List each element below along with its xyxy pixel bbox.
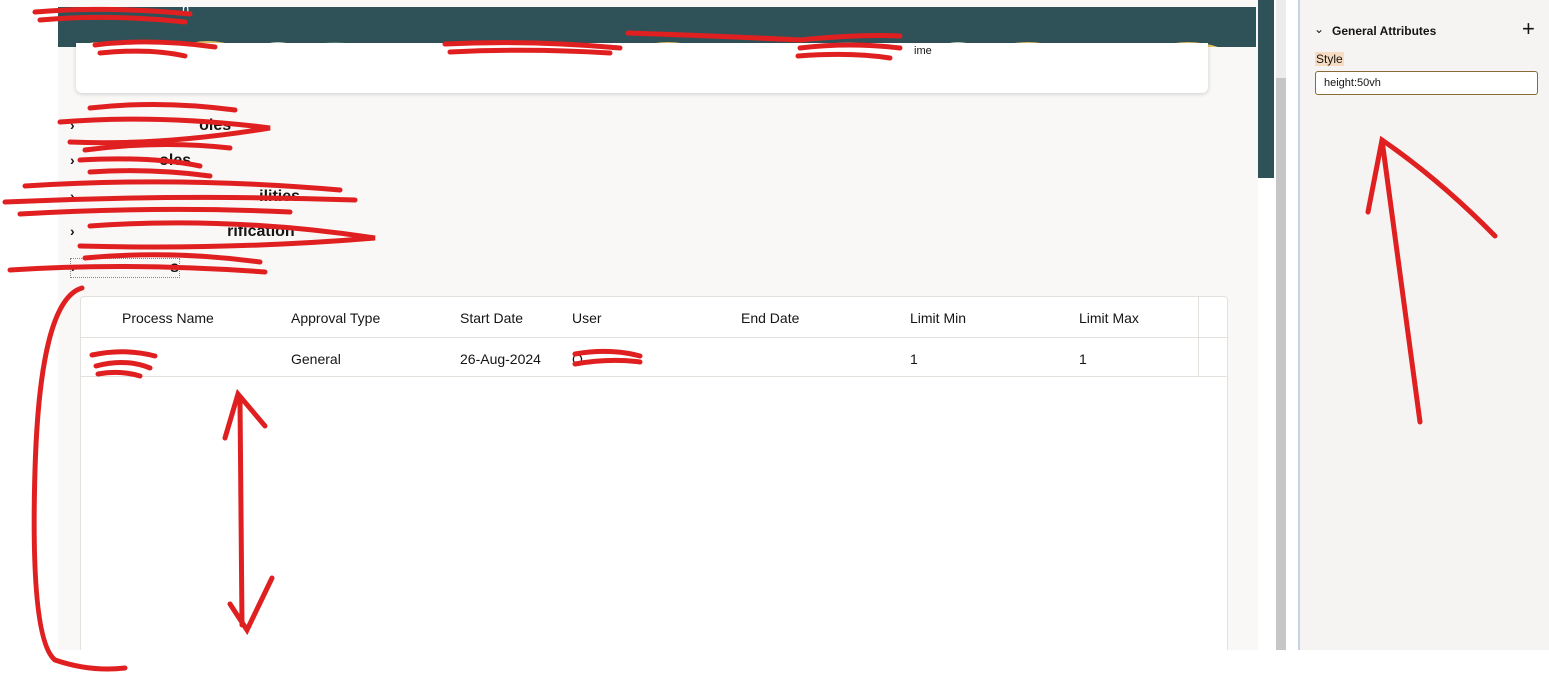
chevron-right-icon: ›	[70, 188, 75, 204]
style-input[interactable]	[1315, 71, 1538, 95]
section-header[interactable]: › oles	[70, 117, 231, 135]
chevron-right-icon: ›	[70, 117, 75, 133]
section-label: oles	[159, 152, 192, 169]
table-header-row: Process Name Approval Type Start Date Us…	[81, 297, 1227, 338]
section-header[interactable]: › ilities	[70, 188, 300, 206]
chevron-down-icon[interactable]: ⌄	[1314, 22, 1324, 36]
chevron-right-icon: ›	[70, 152, 75, 168]
table-row[interactable]: General 26-Aug-2024 O 1 1	[81, 338, 1227, 377]
banner-edge	[1258, 0, 1274, 178]
chevron-right-icon: ›	[70, 223, 75, 239]
cell-limit-max: 1	[1079, 351, 1087, 367]
cell-start-date: 26-Aug-2024	[460, 351, 541, 367]
designer-canvas: n ime › oles › oles › ilities › rificati…	[58, 0, 1258, 650]
cell-approval-type: General	[291, 351, 341, 367]
header-card: ime	[76, 43, 1208, 93]
approvals-table: Process Name Approval Type Start Date Us…	[80, 296, 1228, 650]
section-label: s	[170, 259, 180, 276]
column-header-start-date[interactable]: Start Date	[460, 310, 523, 326]
banner-title: n	[182, 1, 190, 16]
section-label: ilities	[259, 188, 301, 205]
section-header[interactable]: › rification	[70, 223, 295, 241]
properties-panel: ⌄ General Attributes + Style	[1300, 0, 1549, 650]
section-label: oles	[199, 117, 232, 134]
section-header[interactable]: › oles	[70, 152, 191, 170]
column-header-limit-max[interactable]: Limit Max	[1079, 310, 1139, 326]
style-label: Style	[1315, 52, 1344, 66]
header-card-caption: ime	[914, 45, 932, 57]
column-header-limit-min[interactable]: Limit Min	[910, 310, 966, 326]
column-header-user[interactable]: User	[572, 310, 602, 326]
scrollbar-thumb[interactable]	[1276, 78, 1286, 650]
column-header-approval-type[interactable]: Approval Type	[291, 310, 380, 326]
cell-limit-min: 1	[910, 351, 918, 367]
plus-icon[interactable]: +	[1522, 16, 1535, 42]
section-header[interactable]: › s	[70, 258, 181, 278]
chevron-down-icon: ›	[71, 259, 76, 275]
column-header-process-name[interactable]: Process Name	[122, 310, 214, 326]
cell-user: O	[572, 351, 583, 367]
column-divider	[1198, 297, 1199, 377]
section-label: rification	[227, 223, 295, 240]
panel-section-title[interactable]: General Attributes	[1332, 24, 1436, 38]
column-header-end-date[interactable]: End Date	[741, 310, 799, 326]
